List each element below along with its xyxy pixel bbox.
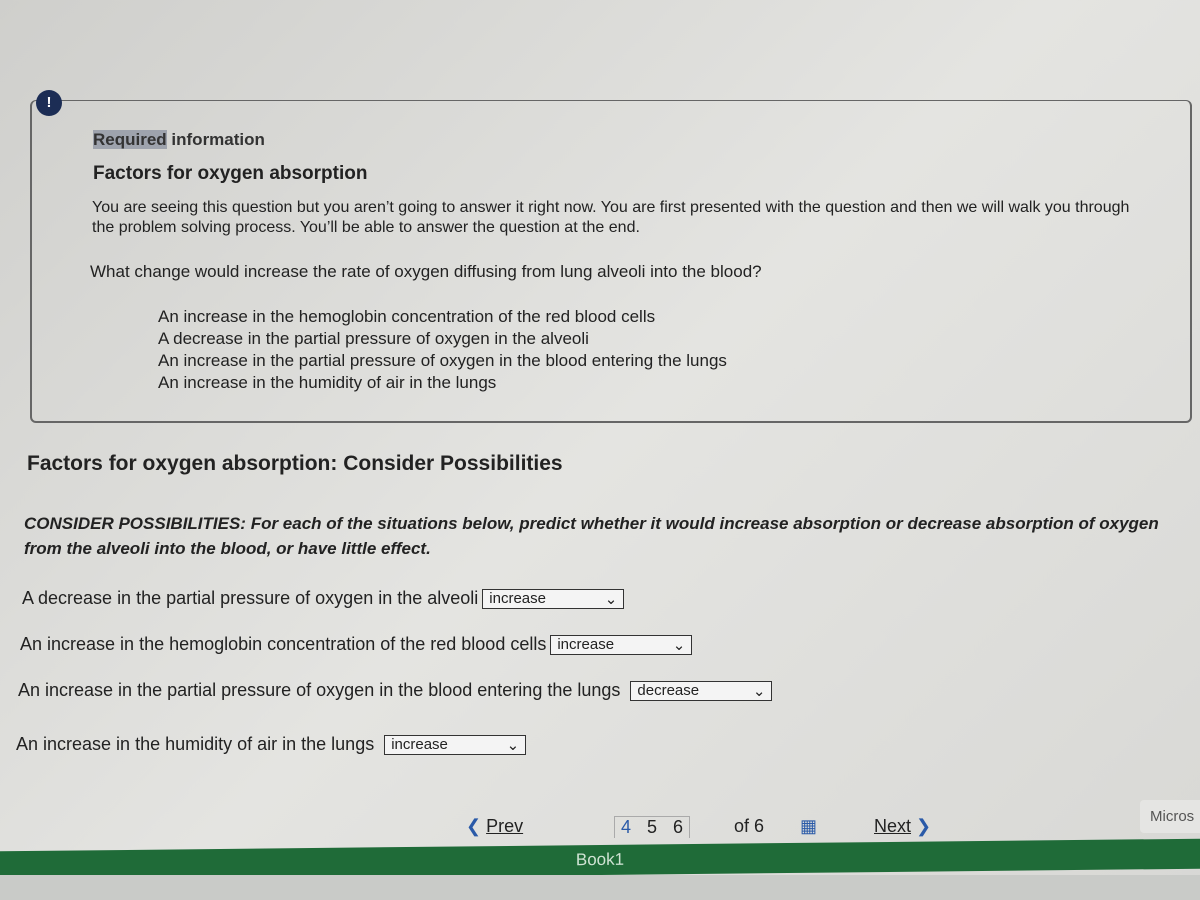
chevron-left-icon: ❮ — [466, 816, 487, 836]
corner-popup[interactable]: Micros — [1140, 800, 1200, 833]
option: An increase in the humidity of air in th… — [158, 373, 497, 392]
page-link[interactable]: 5 — [647, 817, 657, 838]
dock — [0, 875, 1200, 900]
chevron-down-icon: ⌄ — [506, 736, 520, 754]
prediction-select[interactable]: decrease ⌄ — [630, 680, 773, 701]
prediction-select[interactable]: increase ⌄ — [482, 588, 625, 609]
alert-icon: ! — [36, 90, 62, 116]
situation-row: An increase in the humidity of air in th… — [16, 734, 527, 755]
prev-button[interactable]: ❮ Prev — [466, 816, 523, 837]
chevron-right-icon: ❯ — [911, 816, 932, 836]
grid-icon[interactable]: ▦ — [800, 816, 817, 837]
section-title: Factors for oxygen absorption: Consider … — [27, 452, 563, 475]
prediction-select[interactable]: increase ⌄ — [550, 634, 693, 655]
intro-text: You are seeing this question but you are… — [92, 199, 1130, 236]
situation-row: A decrease in the partial pressure of ox… — [22, 588, 625, 609]
info-title: Factors for oxygen absorption — [93, 163, 368, 184]
question-text: What change would increase the rate of o… — [90, 262, 762, 281]
answer-options: An increase in the hemoglobin concentrat… — [158, 306, 727, 394]
instructions: CONSIDER POSSIBILITIES: For each of the … — [24, 514, 1159, 558]
option: A decrease in the partial pressure of ox… — [158, 329, 589, 348]
page-selector: 4 5 6 — [614, 816, 691, 838]
next-button[interactable]: Next ❯ — [874, 816, 931, 837]
chevron-down-icon: ⌄ — [752, 682, 766, 700]
required-info-label: Required information — [93, 130, 265, 149]
chevron-down-icon: ⌄ — [604, 590, 618, 608]
option: An increase in the partial pressure of o… — [158, 351, 727, 370]
option: An increase in the hemoglobin concentrat… — [158, 307, 656, 326]
page-link[interactable]: 6 — [673, 817, 683, 838]
chevron-down-icon: ⌄ — [672, 636, 686, 654]
situation-row: An increase in the hemoglobin concentrat… — [20, 634, 693, 655]
page-count: of 6 — [734, 816, 765, 836]
situation-row: An increase in the partial pressure of o… — [18, 680, 773, 701]
prediction-select[interactable]: increase ⌄ — [384, 734, 527, 755]
page-link[interactable]: 4 — [621, 817, 631, 838]
